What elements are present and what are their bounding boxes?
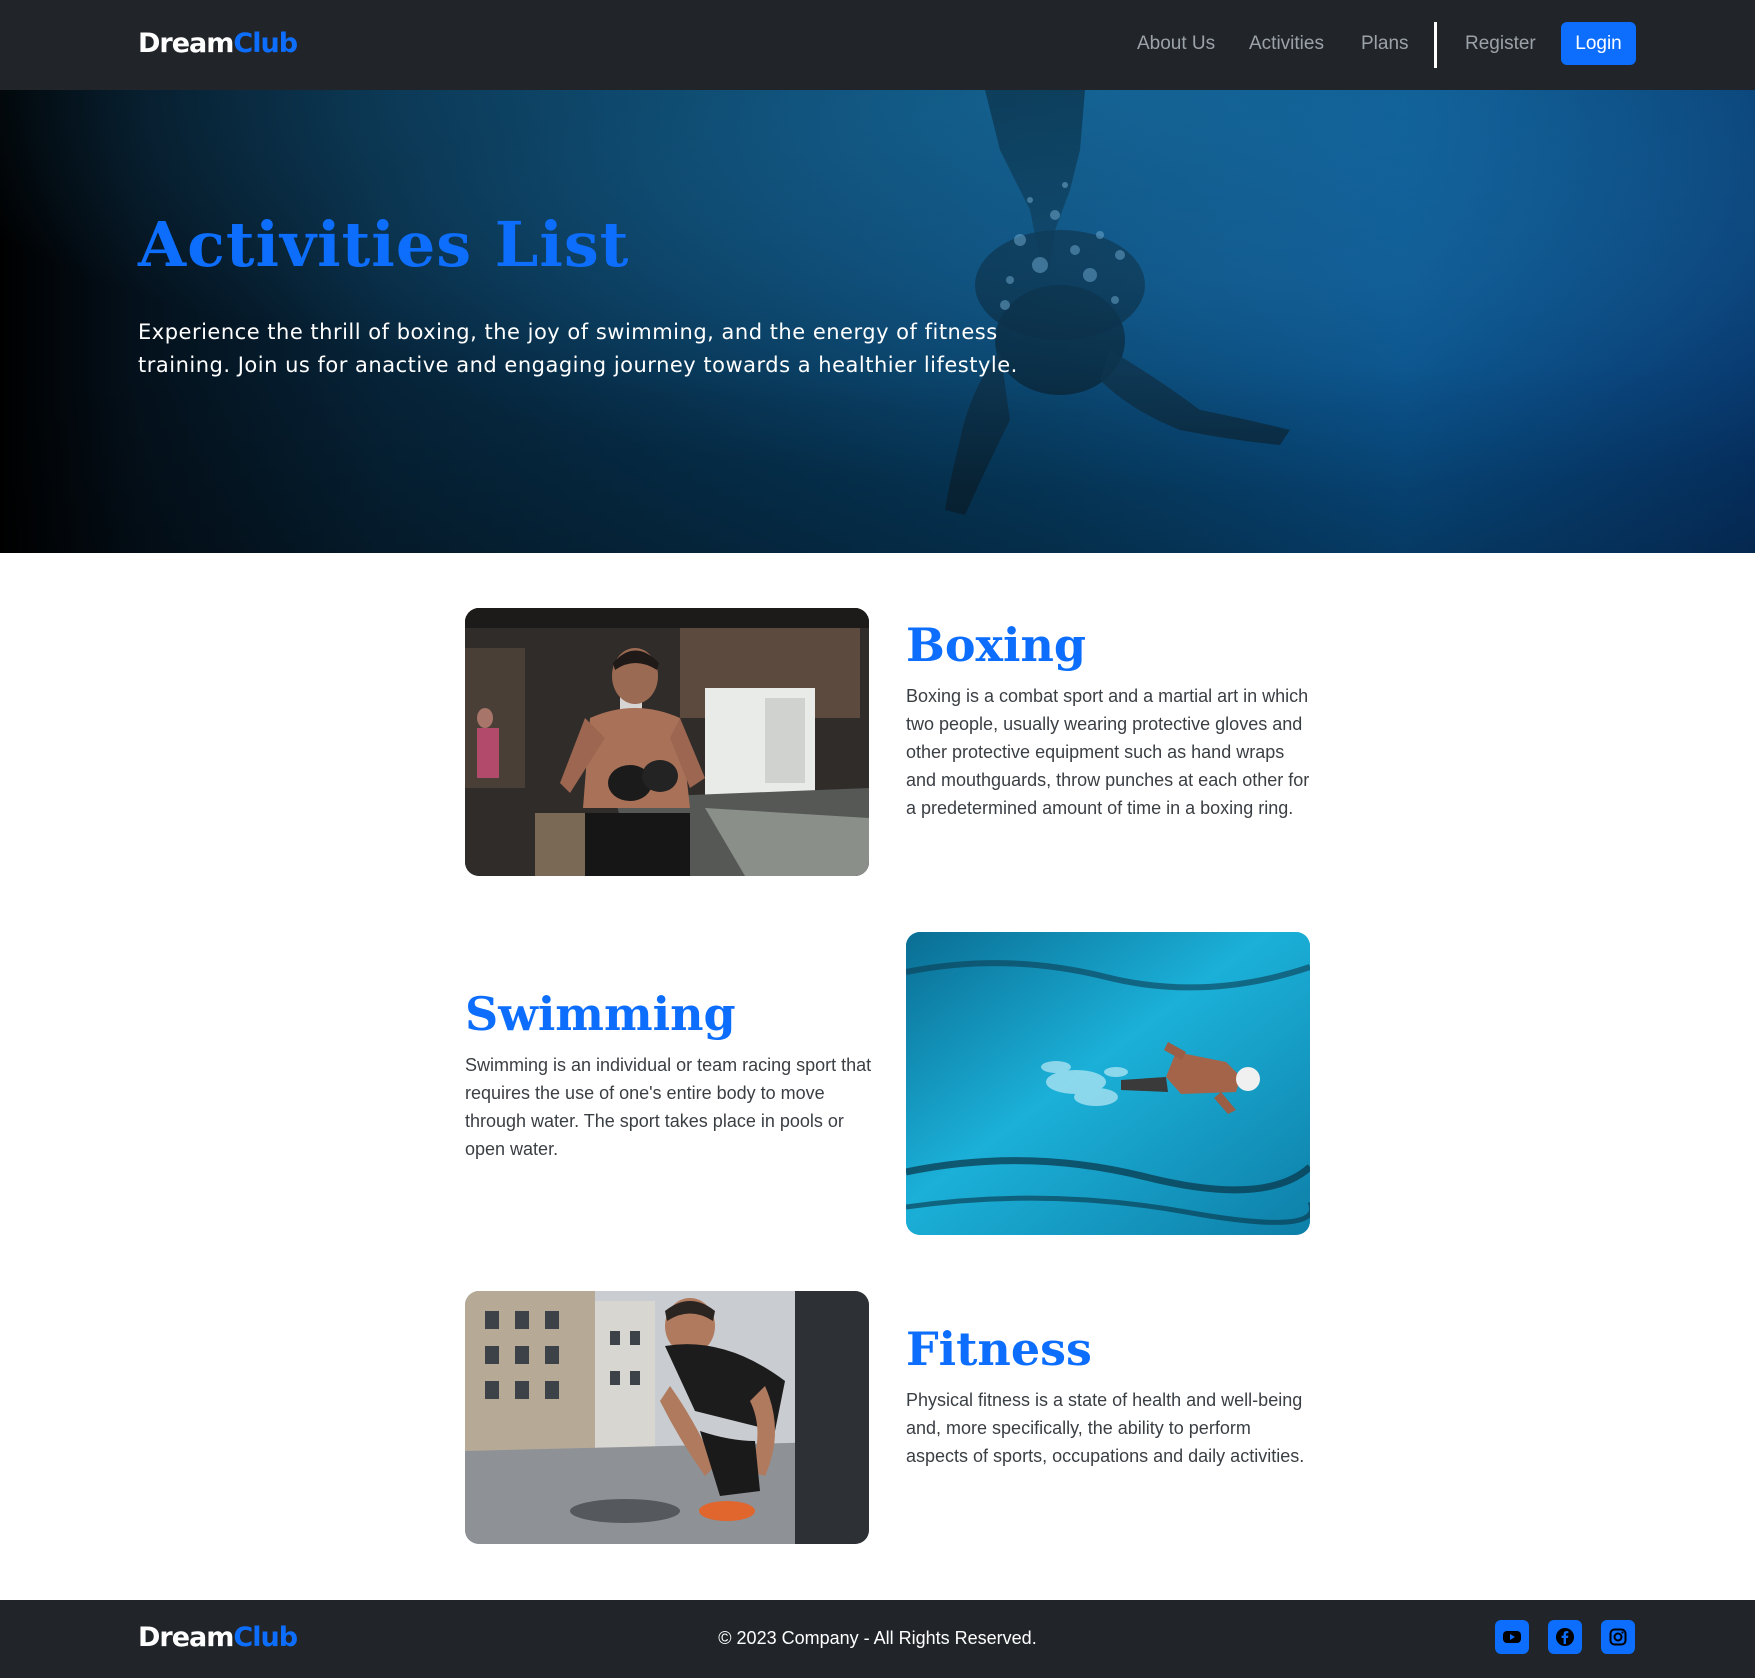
swimming-description: Swimming is an individual or team racing… bbox=[465, 1055, 872, 1159]
navbar: DreamClub About Us Activities Plans Regi… bbox=[0, 0, 1755, 90]
page-title: Activities List bbox=[138, 208, 630, 281]
swimming-image bbox=[906, 932, 1310, 1235]
brand-part-1: Dream bbox=[138, 28, 234, 59]
nav-link-plans[interactable]: Plans bbox=[1361, 33, 1409, 55]
boxing-description: Boxing is a combat sport and a martial a… bbox=[906, 686, 1310, 818]
hero-description: Experience the thrill of boxing, the joy… bbox=[138, 320, 1018, 377]
fitness-title: Fitness bbox=[906, 1322, 1092, 1376]
nav-link-activities[interactable]: Activities bbox=[1249, 33, 1324, 55]
brand-logo[interactable]: DreamClub bbox=[138, 28, 298, 59]
footer: DreamClub © 2023 Company - All Rights Re… bbox=[0, 1600, 1755, 1678]
fitness-description: Physical fitness is a state of health an… bbox=[906, 1390, 1305, 1466]
boxing-title: Boxing bbox=[906, 618, 1087, 672]
nav-link-about-us[interactable]: About Us bbox=[1137, 33, 1215, 55]
instagram-button[interactable] bbox=[1601, 1620, 1635, 1654]
nav-link-register[interactable]: Register bbox=[1465, 33, 1536, 55]
youtube-button[interactable] bbox=[1495, 1620, 1529, 1654]
swimming-title: Swimming bbox=[465, 987, 736, 1041]
facebook-button[interactable] bbox=[1548, 1620, 1582, 1654]
brand-part-2: Club bbox=[233, 28, 298, 59]
copyright-text: © 2023 Company - All Rights Reserved. bbox=[718, 1628, 1037, 1648]
login-button[interactable]: Login bbox=[1561, 22, 1636, 65]
boxing-image bbox=[465, 608, 869, 876]
nav-divider bbox=[1434, 22, 1437, 68]
fitness-image bbox=[465, 1291, 869, 1544]
hero-banner: Activities List Experience the thrill of… bbox=[0, 90, 1755, 553]
